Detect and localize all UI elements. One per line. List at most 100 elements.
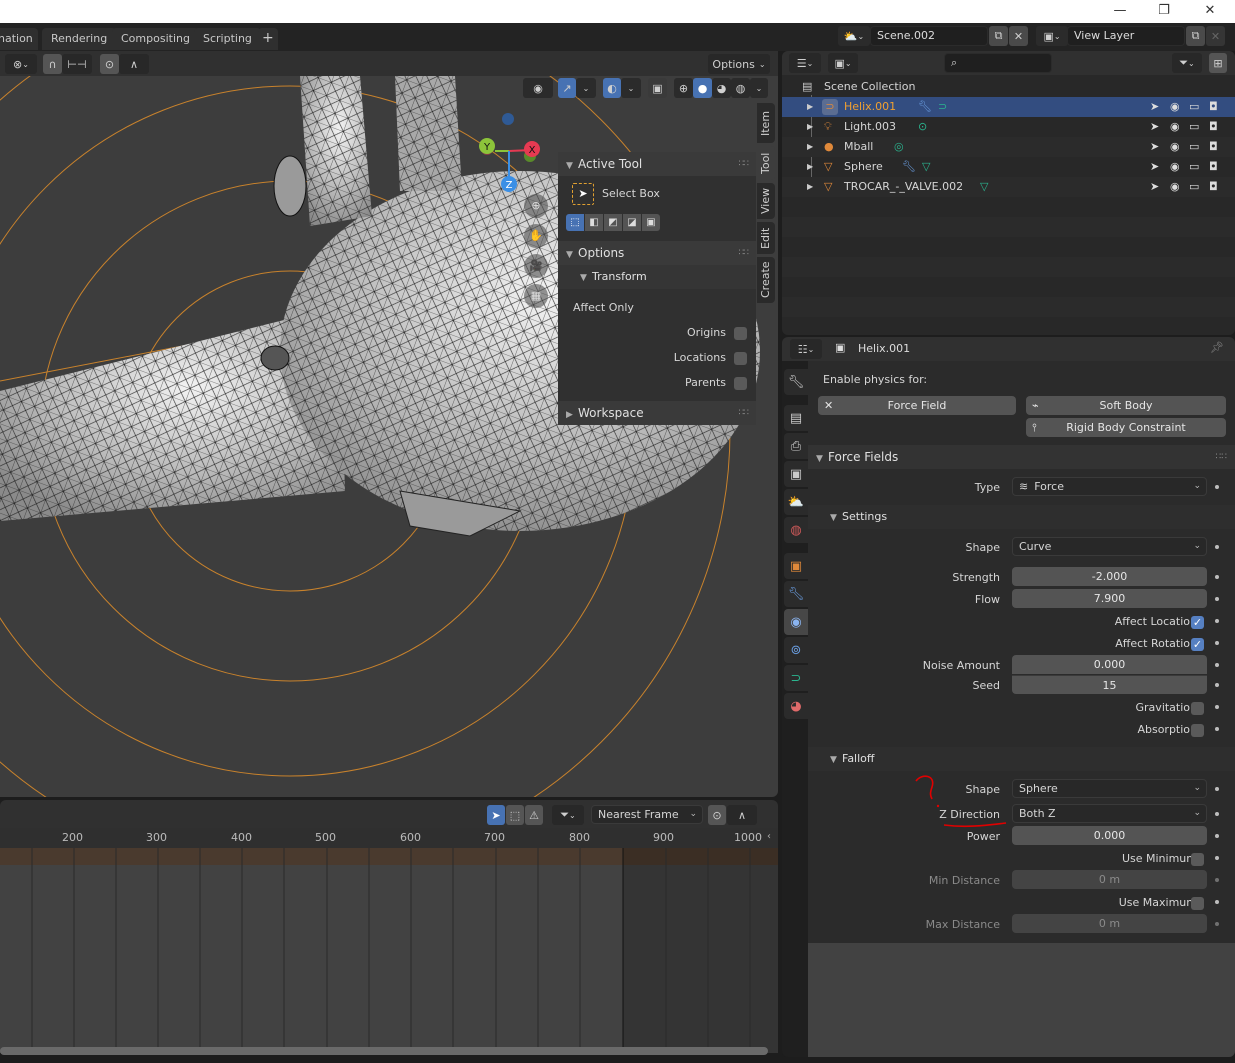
3d-viewport[interactable]: ⊗ ⌄ ∩ ⊢⊣ ⊙ ∧ Options ⌄ ◉ ↗ ⌄ ◐ ⌄ ▣ ⊕ ● ◕ ◍… <box>0 51 778 797</box>
keyframe-dot[interactable] <box>1215 575 1219 579</box>
pan-view-button[interactable]: ✋ <box>524 224 548 248</box>
n-tab-edit[interactable]: Edit <box>757 222 775 254</box>
shape-dropdown[interactable]: Curve ⌄ <box>1012 537 1207 556</box>
keyframe-dot[interactable] <box>1215 900 1219 904</box>
eye-icon[interactable]: ◉ <box>1170 177 1180 197</box>
workspace-panel-header[interactable]: ▶ Workspace ∷∷ <box>558 401 756 425</box>
viewport-monitor-icon[interactable]: ▭ <box>1189 137 1199 157</box>
tab-view-layer[interactable]: ▣ <box>784 461 808 487</box>
falloff-type-dropdown[interactable]: ∧ <box>119 54 149 74</box>
gizmo-toggle[interactable]: ↗ <box>558 78 576 98</box>
z-direction-dropdown[interactable]: Both Z ⌄ <box>1012 804 1207 823</box>
maximize-button[interactable]: ❐ <box>1141 0 1187 22</box>
tab-scene[interactable]: ⛅ <box>784 489 808 515</box>
scene-name-field[interactable]: Scene.002 <box>870 26 988 46</box>
n-tab-item[interactable]: Item <box>757 103 775 143</box>
warning-button[interactable]: ⚠ <box>525 805 543 825</box>
viewport-monitor-icon[interactable]: ▭ <box>1189 157 1199 177</box>
select-box-icon[interactable]: ➤ <box>572 183 594 205</box>
active-tool-panel-header[interactable]: ▼ Active Tool ∷∷ <box>558 152 756 176</box>
metaball-data-icon[interactable]: ◎ <box>894 137 904 157</box>
object-interaction-mode[interactable]: ⊗ ⌄ <box>5 54 37 74</box>
render-camera-icon[interactable]: ◘ <box>1209 157 1218 177</box>
field-type-dropdown[interactable]: ≋ Force ⌄ <box>1012 477 1207 496</box>
expand-arrow-icon[interactable]: ▶ <box>807 137 813 157</box>
tab-output[interactable]: ⎙ <box>784 433 808 459</box>
mode-invert-button[interactable]: ◪ <box>623 214 641 231</box>
n-tab-view[interactable]: View <box>757 183 775 219</box>
snap-mode-dropdown[interactable]: Nearest Frame ⌄ <box>591 805 703 824</box>
overlays-dropdown[interactable]: ⌄ <box>621 78 641 98</box>
options-panel-header[interactable]: ▼ Options ∷∷ <box>558 241 756 265</box>
keyframe-dot[interactable] <box>1215 812 1219 816</box>
shading-solid[interactable]: ● <box>693 78 712 98</box>
mode-new-button[interactable]: ⬚ <box>566 214 584 231</box>
render-camera-icon[interactable]: ◘ <box>1209 117 1218 137</box>
keyframe-dot[interactable] <box>1215 663 1219 667</box>
keyframe-dot[interactable] <box>1215 856 1219 860</box>
scene-selector[interactable]: ⛅ ⌄ <box>838 26 870 46</box>
proportional-edit-toggle[interactable]: ⊙ <box>100 54 119 74</box>
gravitation-checkbox[interactable] <box>1191 702 1204 715</box>
timeline-keyframes-area[interactable] <box>0 848 778 1053</box>
add-workspace-button[interactable]: + <box>258 28 278 50</box>
curve-data-icon[interactable]: ⊃ <box>938 97 947 117</box>
camera-view-button[interactable]: 🎥 <box>524 254 548 278</box>
tab-physics[interactable]: ◉ <box>784 609 808 635</box>
delete-scene-button[interactable]: ✕ <box>1009 26 1028 46</box>
drag-grip-icon[interactable]: ∷∷ <box>1216 445 1227 469</box>
outliner-item-mball[interactable]: ▶ ● Mball ◎ ➤ ◉ ▭ ◘ <box>782 137 1235 157</box>
tab-tool[interactable]: 🔧︎ <box>784 369 808 395</box>
viewport-monitor-icon[interactable]: ▭ <box>1189 117 1199 137</box>
outliner-item-light[interactable]: ▶ 💡︎ Light.003 ⊙ ➤ ◉ ▭ ◘ <box>782 117 1235 137</box>
modifier-wrench-icon[interactable]: 🔧︎ <box>918 97 932 117</box>
expand-arrow-icon[interactable]: ▶ <box>807 117 813 137</box>
tab-world[interactable]: ◍ <box>784 517 808 543</box>
xray-toggle[interactable]: ▣ <box>648 78 667 98</box>
use-minimum-checkbox[interactable] <box>1191 853 1204 866</box>
outliner-item-trocar[interactable]: ▶ ▽ TROCAR_-_VALVE.002 ▽ ➤ ◉ ▭ ◘ <box>782 177 1235 197</box>
affect-rotation-checkbox[interactable] <box>1191 638 1204 651</box>
locations-checkbox[interactable] <box>734 352 747 365</box>
filter-dropdown[interactable]: ⏷ ⌄ <box>552 805 584 825</box>
shading-wireframe[interactable]: ⊕ <box>674 78 693 98</box>
expand-arrow-icon[interactable]: ▶ <box>807 97 813 117</box>
filter-dropdown[interactable]: ⏷ ⌄ <box>1172 53 1202 73</box>
drag-grip-icon[interactable]: ∷∷ <box>739 152 750 176</box>
selectable-arrow-icon[interactable]: ➤ <box>1150 137 1159 157</box>
drag-grip-icon[interactable]: ∷∷ <box>739 401 750 425</box>
tab-material[interactable]: ◕ <box>784 693 808 719</box>
use-maximum-checkbox[interactable] <box>1191 897 1204 910</box>
proportional-falloff-dropdown[interactable]: ∧ <box>727 805 757 825</box>
shading-rendered[interactable]: ◍ <box>731 78 750 98</box>
new-scene-button[interactable]: ⧉ <box>989 26 1008 46</box>
falloff-subpanel-header[interactable]: ▼ Falloff <box>808 747 1235 771</box>
viewport-monitor-icon[interactable]: ▭ <box>1189 97 1199 117</box>
mode-extend-button[interactable]: ◧ <box>585 214 603 231</box>
selectable-arrow-icon[interactable]: ➤ <box>1150 177 1159 197</box>
n-tab-create[interactable]: Create <box>757 257 775 303</box>
tab-modifiers[interactable]: 🔧︎ <box>784 581 808 607</box>
flow-field[interactable]: 7.900 <box>1012 589 1207 608</box>
minimize-button[interactable]: — <box>1097 0 1143 22</box>
max-distance-field[interactable]: 0 m <box>1012 914 1207 933</box>
tab-object-data[interactable]: ⊃ <box>784 665 808 691</box>
outliner-root[interactable]: ▤ Scene Collection <box>782 77 1235 97</box>
view-layer-selector[interactable]: ▣ ⌄ <box>1036 26 1068 46</box>
mesh-data-icon[interactable]: ▽ <box>980 177 988 197</box>
keyframe-dot[interactable] <box>1215 485 1219 489</box>
force-fields-panel-header[interactable]: ▼ Force Fields ∷∷ <box>808 445 1235 469</box>
gizmo-dropdown[interactable]: ⌄ <box>576 78 596 98</box>
render-camera-icon[interactable]: ◘ <box>1209 97 1218 117</box>
tab-scripting[interactable]: Scripting <box>194 28 261 50</box>
delete-view-layer-button[interactable]: ✕ <box>1206 26 1225 46</box>
overlays-toggle[interactable]: ◐ <box>603 78 621 98</box>
eye-icon[interactable]: ◉ <box>1170 137 1180 157</box>
perspective-toggle-button[interactable]: ▦ <box>524 284 548 308</box>
parents-checkbox[interactable] <box>734 377 747 390</box>
keyframe-dot[interactable] <box>1215 597 1219 601</box>
eye-icon[interactable]: ◉ <box>1170 97 1180 117</box>
snap-toggle[interactable]: ∩ <box>43 54 62 74</box>
keyframe-dot[interactable] <box>1215 922 1219 926</box>
editor-type-dropdown[interactable]: ☷ ⌄ <box>790 339 822 359</box>
